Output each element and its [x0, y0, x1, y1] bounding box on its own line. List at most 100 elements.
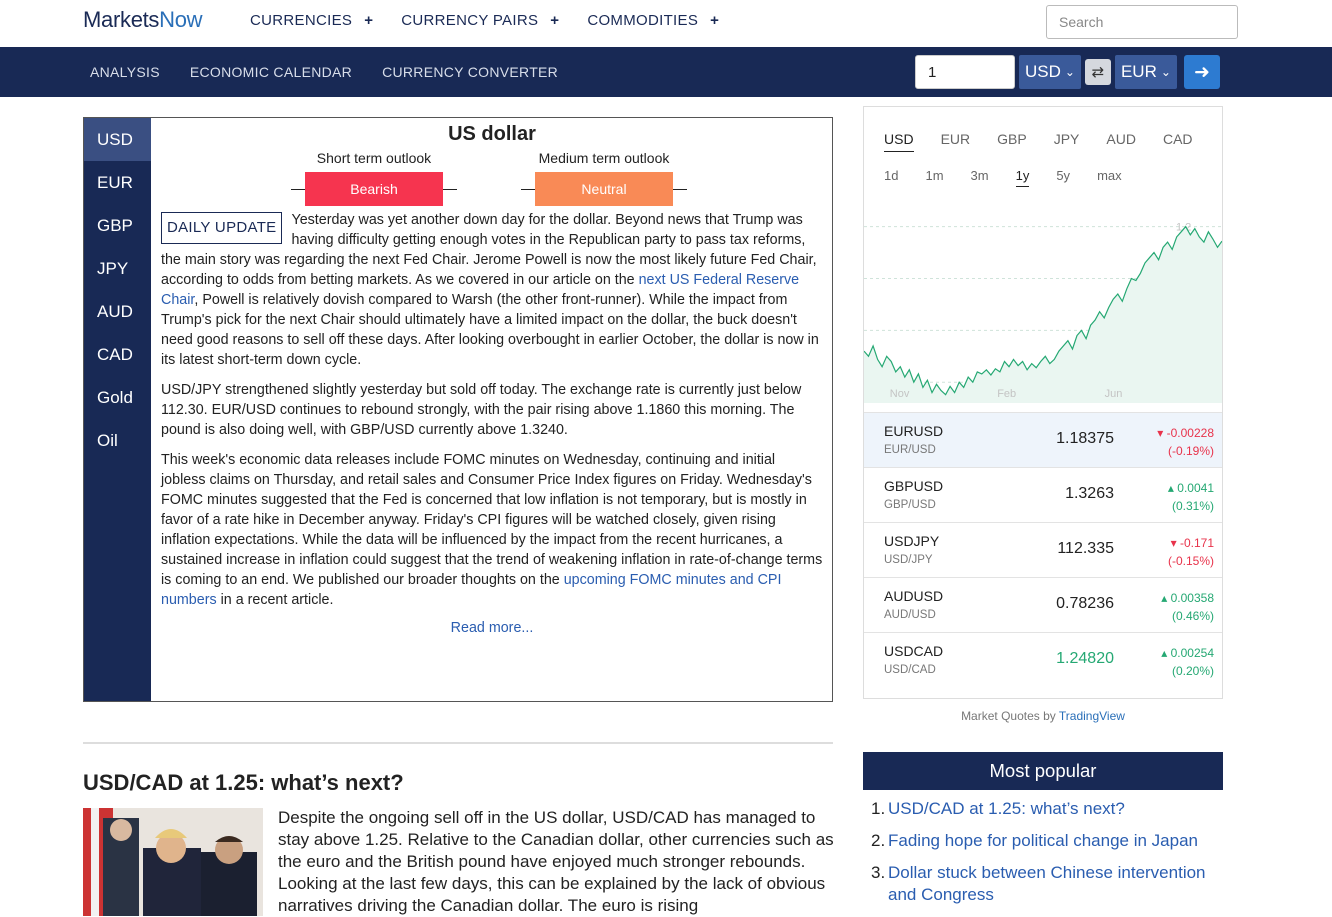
- quote-row-gbpusd[interactable]: GBPUSD GBP/USD 1.3263 ▴ 0.0041 (0.31%): [864, 467, 1222, 522]
- side-tab-gold[interactable]: Gold: [84, 376, 151, 419]
- swap-icon[interactable]: ⇄: [1084, 59, 1111, 85]
- daily-update-badge: DAILY UPDATE: [161, 212, 283, 244]
- side-tab-aud[interactable]: AUD: [84, 290, 151, 333]
- nav-currency-pairs-label: CURRENCY PAIRS: [401, 12, 539, 29]
- list-number: 1.: [871, 799, 886, 818]
- widget-tab-aud[interactable]: AUD: [1106, 131, 1136, 152]
- currency-outlook-panel: USD EUR GBP JPY AUD CAD Gold Oil US doll…: [83, 117, 833, 702]
- side-tab-cad[interactable]: CAD: [84, 333, 151, 376]
- range-tab-5y[interactable]: 5y: [1056, 168, 1070, 187]
- price-chart[interactable]: 1.051.11.151.2NovFebJun: [864, 203, 1222, 413]
- quote-change-value: 0.0041: [1177, 481, 1214, 495]
- medium-term-badge: Neutral: [535, 172, 673, 206]
- nav-currencies[interactable]: CURRENCIES +: [250, 12, 373, 29]
- x-tick-label: Nov: [890, 388, 910, 400]
- most-popular: Most popular 1. USD/CAD at 1.25: what’s n…: [863, 752, 1223, 916]
- range-tab-1d[interactable]: 1d: [884, 168, 898, 187]
- range-tab-1y[interactable]: 1y: [1015, 168, 1030, 187]
- quote-symbol: EURUSD: [884, 423, 944, 439]
- nav-analysis[interactable]: ANALYSIS: [90, 64, 160, 80]
- widget-tab-cad[interactable]: CAD: [1163, 131, 1193, 152]
- divider: [521, 188, 535, 190]
- side-tab-jpy[interactable]: JPY: [84, 247, 151, 290]
- amount-input[interactable]: [915, 55, 1015, 89]
- quote-row-usdjpy[interactable]: USDJPY USD/JPY 112.335 ▾ -0.171 (-0.15%): [864, 522, 1222, 577]
- medium-term-label: Medium term outlook: [538, 150, 670, 166]
- nav-commodities[interactable]: COMMODITIES +: [587, 12, 719, 29]
- tradingview-link[interactable]: TradingView: [1059, 709, 1125, 723]
- currency-side-tabs: USD EUR GBP JPY AUD CAD Gold Oil: [84, 118, 151, 701]
- nav-currencies-label: CURRENCIES: [250, 12, 353, 29]
- quote-price: 1.24820: [1056, 650, 1114, 667]
- quote-symbol: USDCAD: [884, 643, 944, 659]
- logo-markets: Markets: [83, 7, 160, 32]
- plus-icon[interactable]: +: [364, 12, 373, 29]
- widget-tab-jpy[interactable]: JPY: [1054, 131, 1080, 152]
- widget-currency-tabs: USD EUR GBP JPY AUD CAD: [884, 131, 1220, 152]
- paragraph-3: This week's economic data releases inclu…: [161, 450, 823, 610]
- panel-content: US dollar Short term outlook Bearish Med…: [161, 118, 823, 636]
- short-term-outlook: Short term outlook Bearish: [291, 150, 457, 206]
- triangle-up-icon: ▴: [1161, 646, 1168, 660]
- article-image[interactable]: [83, 808, 263, 916]
- market-quotes-credit: Market Quotes by TradingView: [863, 709, 1223, 723]
- x-tick-label: Feb: [997, 388, 1016, 400]
- search-input[interactable]: [1046, 5, 1238, 39]
- divider: [673, 188, 687, 190]
- quote-change-pct: (0.46%): [1171, 609, 1214, 623]
- logo-now: Now: [159, 7, 203, 32]
- widget-tab-usd[interactable]: USD: [884, 131, 914, 152]
- arrow-right-icon[interactable]: ➜: [1183, 55, 1220, 89]
- paragraph-1-text-b: , Powell is relatively dovish compared t…: [161, 292, 819, 368]
- top-bar: MarketsNow CURRENCIES + CURRENCY PAIRS + C…: [0, 0, 1332, 47]
- quote-row-audusd[interactable]: AUDUSD AUD/USD 0.78236 ▴ 0.00358 (0.46%): [864, 577, 1222, 632]
- from-currency-value: USD: [1025, 62, 1061, 81]
- list-item: 3. Dollar stuck between Chinese intervent…: [871, 862, 1223, 906]
- quote-change: ▾ -0.00228 (-0.19%): [1157, 424, 1214, 460]
- plus-icon[interactable]: +: [550, 12, 559, 29]
- plus-icon[interactable]: +: [710, 12, 719, 29]
- quote-row-usdcad[interactable]: USDCAD USD/CAD 1.24820 ▴ 0.00254 (0.20%): [864, 632, 1222, 687]
- article-photo: [83, 808, 263, 916]
- nav-economic-calendar[interactable]: ECONOMIC CALENDAR: [190, 64, 352, 80]
- quote-row-eurusd[interactable]: EURUSD EUR/USD 1.18375 ▾ -0.00228 (-0.19%): [864, 412, 1222, 467]
- side-tab-gbp[interactable]: GBP: [84, 204, 151, 247]
- to-currency-value: EUR: [1120, 62, 1157, 81]
- range-tab-max[interactable]: max: [1097, 168, 1122, 187]
- divider: [291, 188, 305, 190]
- nav-currency-pairs[interactable]: CURRENCY PAIRS +: [401, 12, 559, 29]
- most-popular-list: 1. USD/CAD at 1.25: what’s next? 2. Fading…: [863, 798, 1223, 906]
- sub-nav-links: ANALYSIS ECONOMIC CALENDAR CURRENCY CONV…: [90, 47, 558, 97]
- quote-change-value: 0.00254: [1170, 646, 1214, 660]
- quote-change-value: -0.00228: [1166, 426, 1214, 440]
- side-tab-usd[interactable]: USD: [84, 118, 151, 161]
- logo[interactable]: MarketsNow: [83, 7, 203, 33]
- chevron-down-icon: ⌄: [1064, 65, 1075, 79]
- market-quotes-widget: USD EUR GBP JPY AUD CAD 1d 1m 3m 1y 5y m…: [863, 106, 1223, 699]
- popular-link[interactable]: USD/CAD at 1.25: what’s next?: [888, 798, 1125, 820]
- quote-pair: USD/CAD: [884, 664, 936, 676]
- quote-change: ▴ 0.00254 (0.20%): [1161, 644, 1214, 680]
- widget-tab-gbp[interactable]: GBP: [997, 131, 1027, 152]
- side-tab-oil[interactable]: Oil: [84, 419, 151, 462]
- nav-currency-converter[interactable]: CURRENCY CONVERTER: [382, 64, 558, 80]
- chevron-down-icon: ⌄: [1160, 65, 1171, 79]
- range-tab-1m[interactable]: 1m: [925, 168, 943, 187]
- range-tab-3m[interactable]: 3m: [971, 168, 989, 187]
- popular-link[interactable]: Fading hope for political change in Japa…: [888, 830, 1198, 852]
- quote-change-pct: (0.31%): [1171, 499, 1214, 513]
- from-currency-select[interactable]: USD ⌄: [1019, 55, 1081, 89]
- credit-prefix: Market Quotes by: [961, 709, 1059, 723]
- paragraph-1: DAILY UPDATE Yesterday was yet another do…: [161, 210, 823, 370]
- popular-link[interactable]: Dollar stuck between Chinese interventio…: [888, 862, 1223, 906]
- list-number: 3.: [871, 863, 886, 882]
- list-item: 2. Fading hope for political change in Ja…: [871, 830, 1223, 852]
- article-title[interactable]: USD/CAD at 1.25: what’s next?: [83, 770, 404, 796]
- widget-tab-eur[interactable]: EUR: [941, 131, 971, 152]
- triangle-down-icon: ▾: [1170, 536, 1177, 550]
- medium-term-outlook: Medium term outlook Neutral: [521, 150, 687, 206]
- to-currency-select[interactable]: EUR ⌄: [1114, 55, 1177, 89]
- side-tab-eur[interactable]: EUR: [84, 161, 151, 204]
- area-fill: [864, 226, 1222, 403]
- read-more-link[interactable]: Read more...: [161, 620, 823, 636]
